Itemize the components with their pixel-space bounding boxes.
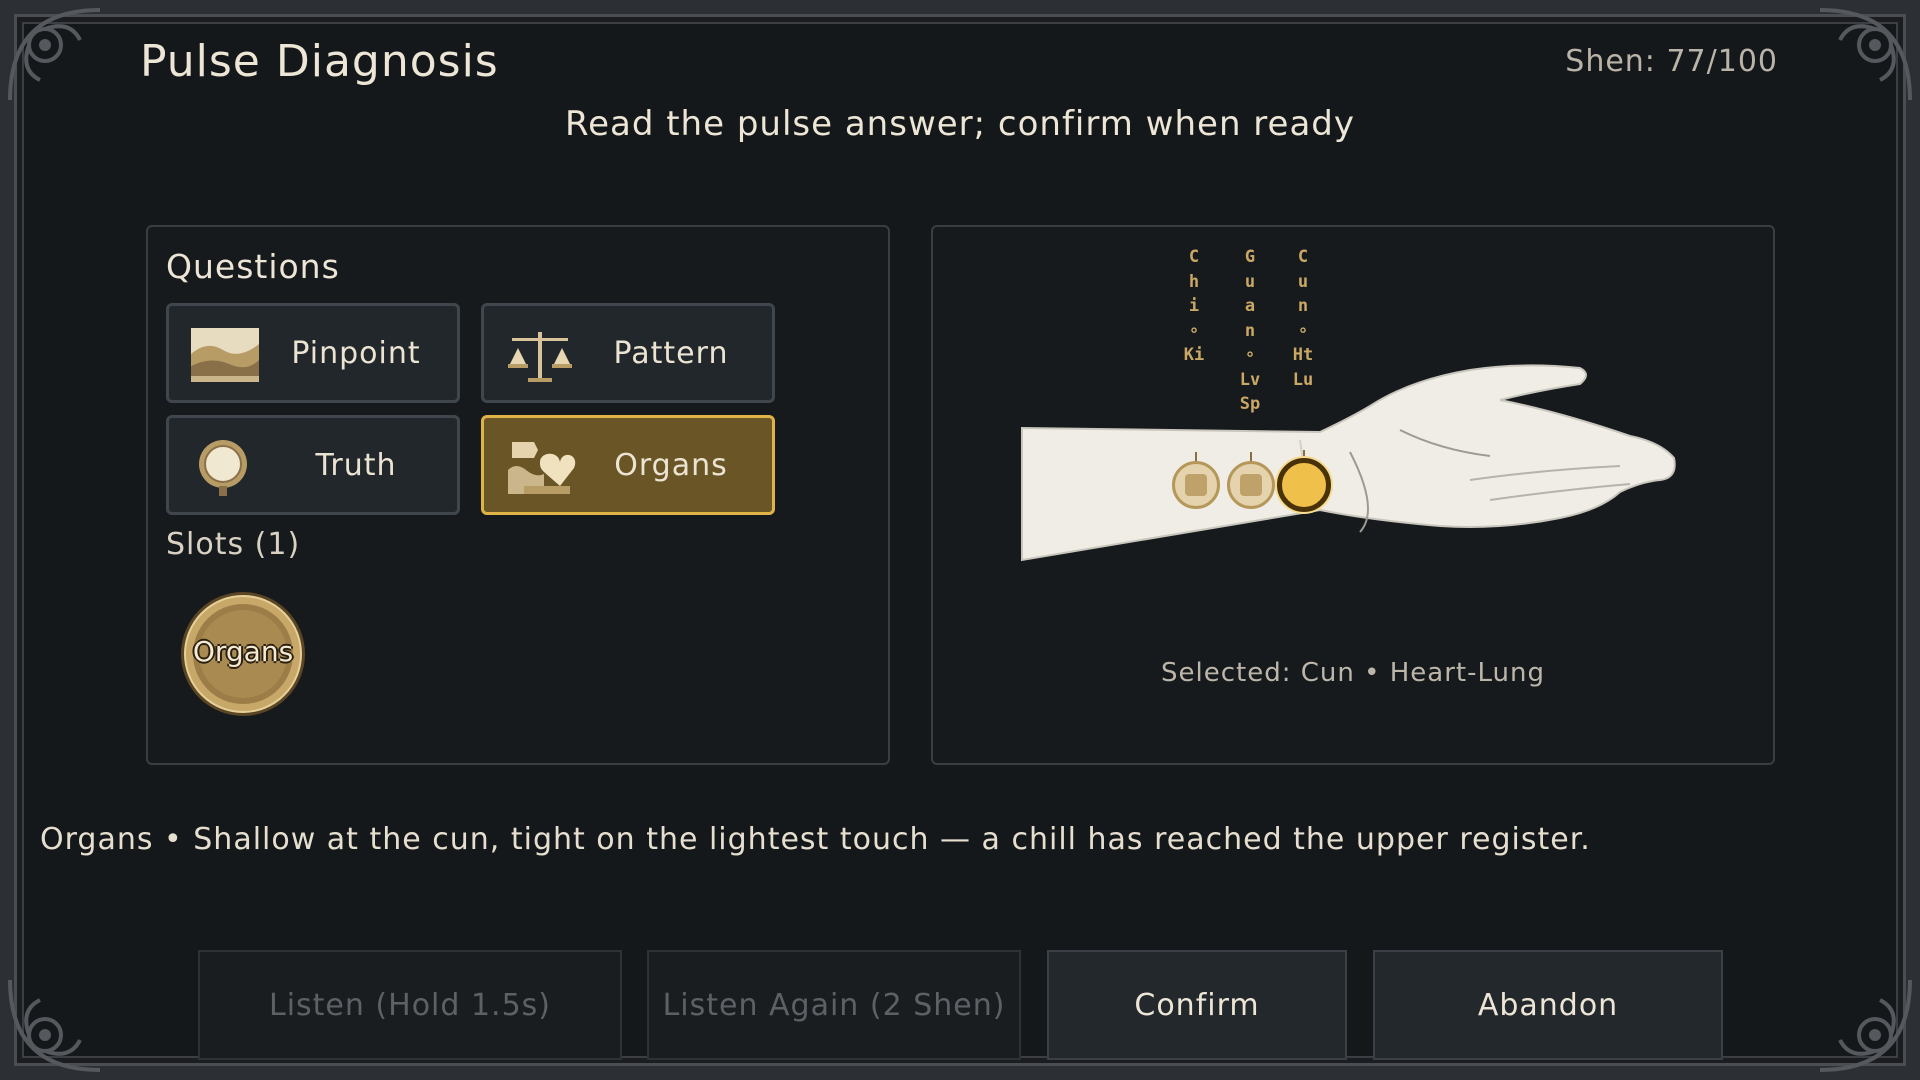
question-label: Pinpoint: [291, 335, 421, 371]
question-label: Organs: [614, 447, 728, 483]
question-label: Truth: [315, 447, 397, 483]
slots-label: Slots (1): [166, 527, 301, 562]
abandon-button[interactable]: Abandon: [1373, 950, 1723, 1060]
questions-heading: Questions: [166, 247, 340, 286]
forearm-hand-illustration: [1021, 364, 1676, 562]
confirm-button[interactable]: Confirm: [1047, 950, 1347, 1060]
listen-button[interactable]: Listen (Hold 1.5s): [198, 950, 622, 1060]
listen-again-button[interactable]: Listen Again (2 Shen): [647, 950, 1021, 1060]
landscape-icon: [191, 328, 259, 382]
frame-corner-ornament-icon: [1819, 979, 1912, 1072]
question-button-pinpoint[interactable]: Pinpoint: [166, 303, 460, 403]
shen-counter: Shen: 77/100: [1565, 44, 1778, 79]
mirror-icon: [199, 440, 247, 496]
slot-coin-label: Organs: [192, 635, 294, 668]
frame-corner-ornament-icon: [1819, 8, 1912, 101]
pulse-point-cun[interactable]: [1277, 458, 1331, 512]
frame-corner-ornament-icon: [8, 8, 101, 101]
scales-icon: [508, 332, 572, 382]
question-button-truth[interactable]: Truth: [166, 415, 460, 515]
question-label: Pattern: [613, 335, 729, 371]
frame-corner-ornament-icon: [8, 979, 101, 1072]
instruction-text: Read the pulse answer; confirm when read…: [564, 104, 1355, 144]
pulse-point-guan[interactable]: [1227, 461, 1275, 509]
question-button-pattern[interactable]: Pattern: [481, 303, 775, 403]
question-button-organs[interactable]: Organs: [481, 415, 775, 515]
questions-panel: Questions Pinpoint Pattern Truth Organs …: [146, 225, 890, 765]
selected-position-text: Selected: Cun • Heart-Lung: [1161, 658, 1545, 688]
organs-heart-icon: [508, 442, 576, 494]
pulse-point-chi[interactable]: [1172, 461, 1220, 509]
slot-coin-organs[interactable]: Organs: [178, 589, 308, 719]
pulse-answer-text: Organs • Shallow at the cun, tight on th…: [40, 822, 1591, 857]
page-title: Pulse Diagnosis: [140, 36, 499, 87]
pulse-position-label-chi: Ch i ∘ Ki: [1183, 247, 1205, 365]
